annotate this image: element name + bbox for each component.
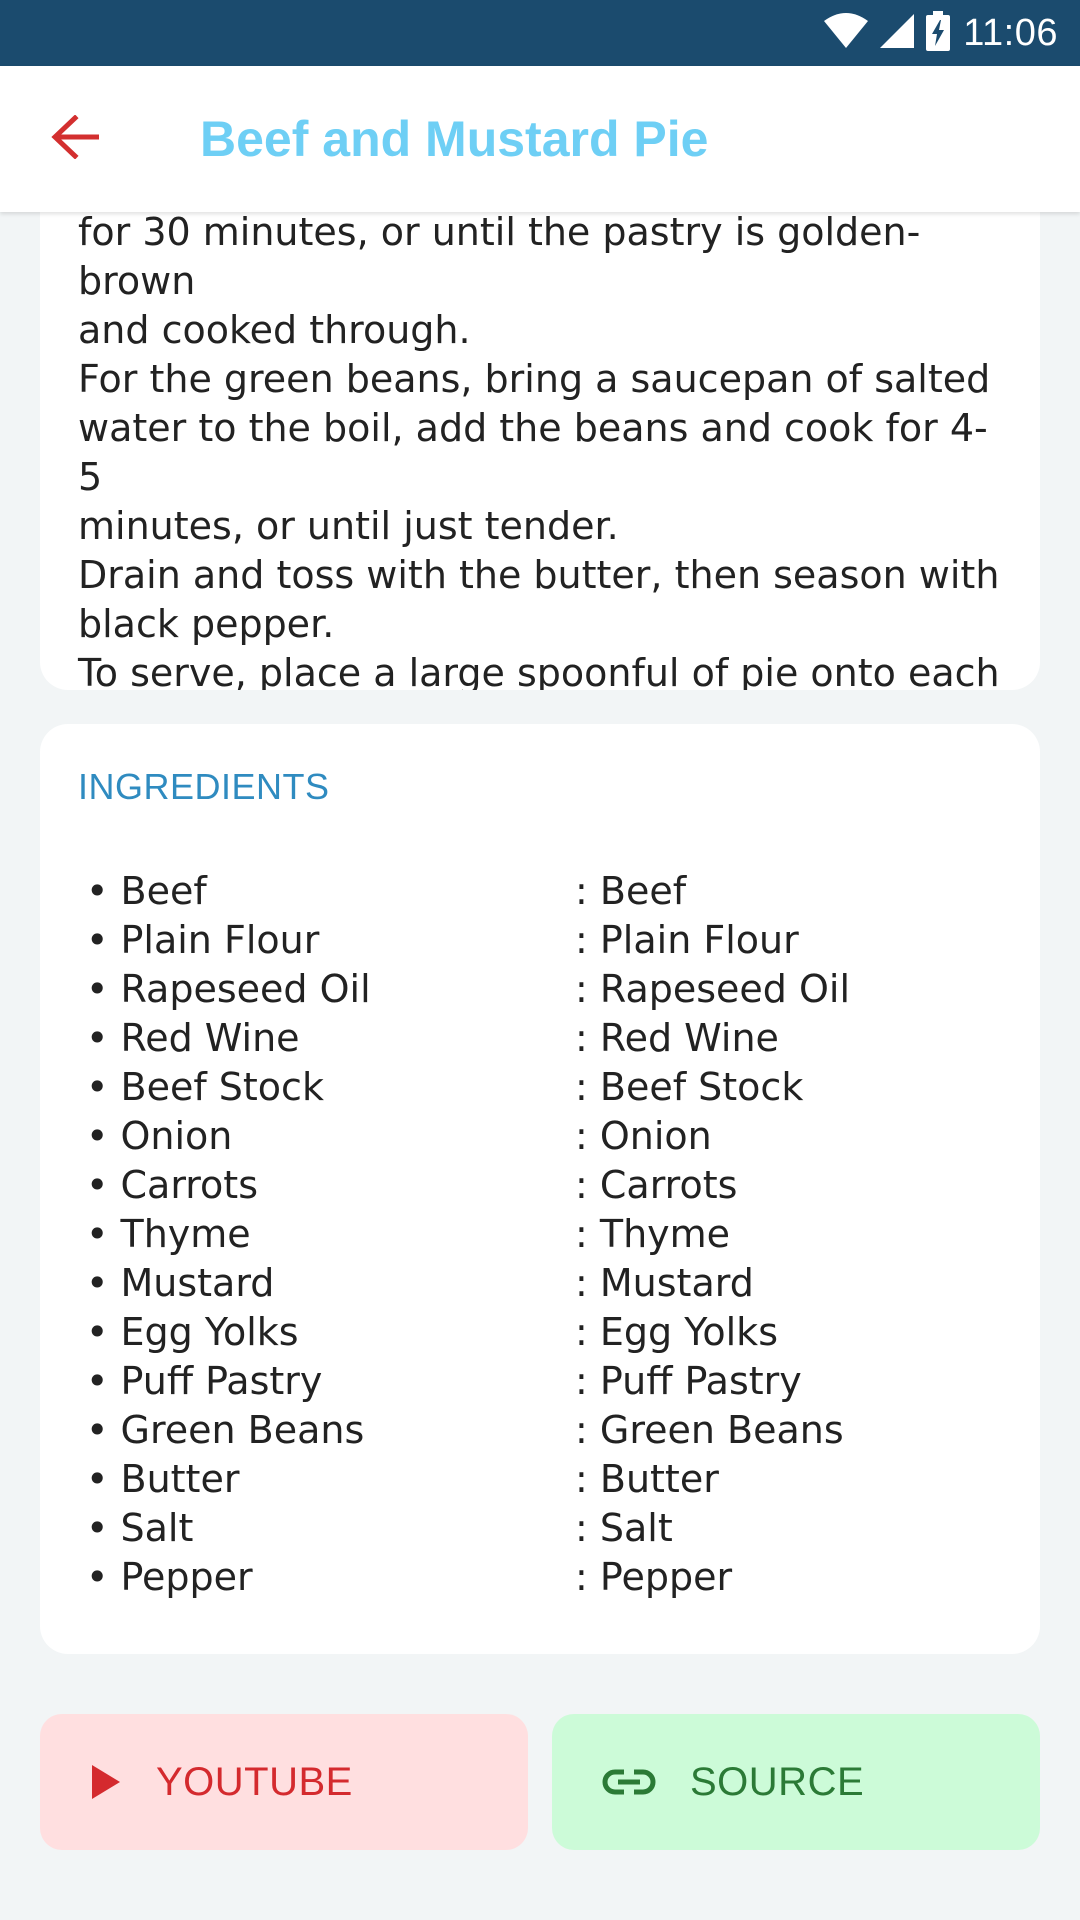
ingredient-row: • Beef Stock : Beef Stock [78,1062,1002,1111]
ingredient-name: • Beef Stock [86,1064,324,1109]
ingredient-name: • Rapeseed Oil [86,966,371,1011]
ingredient-name: • Egg Yolks [86,1309,299,1354]
ingredient-name: • Carrots [86,1162,259,1207]
ingredient-name: • Mustard [86,1260,275,1305]
youtube-button[interactable]: YOUTUBE [40,1714,528,1850]
ingredient-row: • Egg Yolks : Egg Yolks [78,1307,1002,1356]
ingredient-row: • Carrots : Carrots [78,1160,1002,1209]
ingredient-name: • Puff Pastry [86,1358,323,1403]
source-button[interactable]: SOURCE [552,1714,1040,1850]
ingredient-row: • Mustard : Mustard [78,1258,1002,1307]
ingredient-measure: : Pepper [575,1554,733,1599]
arrow-back-icon [51,114,100,163]
ingredient-row: • Puff Pastry : Puff Pastry [78,1356,1002,1405]
ingredient-row: • Salt : Salt [78,1503,1002,1552]
ingredient-name: • Onion [86,1113,233,1158]
youtube-label: YOUTUBE [156,1759,353,1804]
ingredient-measure: : Carrots [575,1162,738,1207]
ingredient-row: • Butter : Butter [78,1454,1002,1503]
ingredient-row: • Thyme : Thyme [78,1209,1002,1258]
ingredient-name: • Green Beans [86,1407,365,1452]
ingredient-measure: : Rapeseed Oil [575,966,851,1011]
ingredient-measure: : Beef Stock [575,1064,804,1109]
ingredient-measure: : Beef [575,868,687,913]
instructions-text: for 30 minutes, or until the pastry is g… [78,210,1000,690]
ingredient-name: • Red Wine [86,1015,300,1060]
source-label: SOURCE [690,1759,865,1804]
app-bar: Beef and Mustard Pie [0,66,1080,212]
wifi-icon [823,13,869,53]
page-title: Beef and Mustard Pie [200,111,709,167]
ingredient-measure: : Salt [575,1505,673,1550]
battery-charging-icon [925,11,951,55]
ingredient-row: • Pepper : Pepper [78,1552,1002,1601]
ingredient-measure: : Plain Flour [575,917,799,962]
ingredient-row: • Rapeseed Oil : Rapeseed Oil [78,964,1002,1013]
ingredients-heading: INGREDIENTS [78,766,330,807]
ingredient-name: • Salt [86,1505,194,1550]
ingredient-measure: : Red Wine [575,1015,779,1060]
ingredient-measure: : Onion [575,1113,712,1158]
ingredient-row: • Green Beans : Green Beans [78,1405,1002,1454]
signal-icon [879,13,915,53]
ingredient-measure: : Mustard [575,1260,754,1305]
status-bar: 11:06 [0,0,1080,66]
ingredient-row: • Onion : Onion [78,1111,1002,1160]
ingredient-measure: : Egg Yolks [575,1309,778,1354]
ingredients-card: INGREDIENTS • Beef : Beef • Plain Flour : … [40,724,1040,1654]
instructions-card: for 30 minutes, or until the pastry is g… [40,150,1040,690]
ingredient-row: • Beef : Beef [78,866,1002,915]
ingredient-measure: : Puff Pastry [575,1358,802,1403]
ingredient-measure: : Thyme [575,1211,731,1256]
ingredient-measure: : Butter [575,1456,719,1501]
status-icons [823,11,951,55]
ingredient-name: • Butter [86,1456,240,1501]
ingredient-row: • Red Wine : Red Wine [78,1013,1002,1062]
ingredient-list: • Beef: Beef • Plain Flour: Plain Flour … [78,866,1002,1601]
ingredient-name: • Pepper [86,1554,253,1599]
ingredient-name: • Plain Flour [86,917,320,962]
ingredient-measure: : Green Beans [575,1407,844,1452]
play-icon [90,1763,122,1801]
link-icon [602,1767,656,1797]
back-button[interactable] [20,84,130,194]
ingredient-name: • Beef [86,868,207,913]
ingredient-name: • Thyme [86,1211,251,1256]
ingredient-row: • Plain Flour : Plain Flour [78,915,1002,964]
status-time: 11:06 [963,11,1058,54]
